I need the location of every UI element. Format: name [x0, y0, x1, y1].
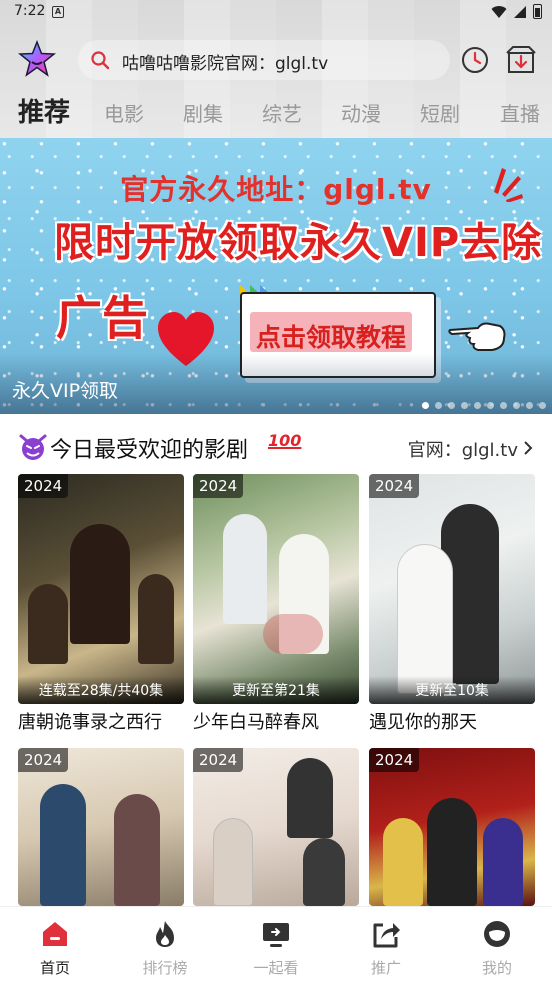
episode-status: 连载至28集/共40集: [18, 676, 184, 704]
fire-icon: [156, 921, 174, 947]
share-icon: [373, 923, 400, 948]
category-tabs: 推荐 电影 剧集 综艺 动漫 短剧 直播: [0, 90, 552, 134]
burst-icon: [494, 168, 523, 202]
year-badge: 2024: [369, 748, 420, 772]
nav-label: 首页: [39, 959, 70, 977]
tv-icon: [263, 923, 289, 947]
nav-label: 一起看: [253, 959, 299, 977]
wifi-icon: [491, 5, 507, 18]
promo-banner[interactable]: 官方永久地址：glgl.tv 限时开放领取永久VIP去除 广告 点击领取教程 永…: [0, 138, 552, 414]
banner-headline: 官方永久地址：glgl.tv: [120, 173, 432, 206]
media-title[interactable]: 少年白马醉春风: [193, 708, 369, 734]
year-badge: 2024: [193, 748, 244, 772]
devil-icon: [19, 434, 47, 460]
carousel-dot[interactable]: [422, 402, 429, 409]
banner-caption: 永久VIP领取: [12, 380, 119, 402]
battery-icon: [533, 4, 542, 19]
year-badge: 2024: [18, 474, 69, 498]
nav-profile[interactable]: 我的: [442, 907, 552, 982]
download-icon[interactable]: [505, 45, 537, 75]
notification-icon: A: [52, 6, 64, 18]
nav-promote[interactable]: 推广: [331, 907, 441, 982]
year-badge: 2024: [369, 474, 420, 498]
tutorial-button-fill: 点击领取教程: [250, 312, 412, 352]
signal-icon: [514, 5, 526, 18]
nav-ranking[interactable]: 排行榜: [110, 907, 220, 982]
carousel-dot[interactable]: [474, 402, 481, 409]
carousel-dot[interactable]: [539, 402, 546, 409]
home-icon: [43, 922, 67, 946]
official-site-link[interactable]: 官网：glgl.tv: [408, 436, 518, 462]
carousel-dot[interactable]: [526, 402, 533, 409]
carousel-dot[interactable]: [435, 402, 442, 409]
banner-offer-text: 限时开放领取永久VIP去除: [54, 220, 543, 266]
media-title[interactable]: 唐朝诡事录之西行: [18, 708, 194, 734]
carousel-dot[interactable]: [500, 402, 507, 409]
media-title[interactable]: 遇见你的那天: [369, 708, 545, 734]
tab-series[interactable]: 剧集: [183, 98, 223, 127]
poster-image[interactable]: 2024: [193, 748, 359, 906]
poster-image[interactable]: 2024 更新至10集: [369, 474, 535, 704]
tab-short-drama[interactable]: 短剧: [420, 98, 460, 127]
app-header: 7:22 A 咕噜咕噜影院官网：glgl.tv 推荐 电影 剧集 综艺 动漫 短…: [0, 0, 552, 138]
tab-live[interactable]: 直播: [500, 98, 540, 127]
banner-offer-text-2: 广告: [56, 291, 148, 345]
poster-image[interactable]: 2024: [18, 748, 184, 906]
tab-movies[interactable]: 电影: [104, 98, 144, 127]
carousel-dots: [422, 402, 546, 409]
carousel-dot[interactable]: [487, 402, 494, 409]
tab-anime[interactable]: 动漫: [341, 98, 381, 127]
episode-status: 更新至第21集: [193, 676, 359, 704]
poster-image[interactable]: 2024 更新至第21集: [193, 474, 359, 704]
carousel-dot[interactable]: [513, 402, 520, 409]
logo-star-icon[interactable]: [18, 40, 56, 78]
status-time: 7:22: [14, 3, 46, 19]
search-placeholder: 咕噜咕噜影院官网：glgl.tv: [122, 54, 329, 74]
episode-status: 更新至10集: [369, 676, 535, 704]
bottom-navigation: 首页 排行榜 一起看 推广 我的: [0, 906, 552, 982]
search-icon: [91, 51, 110, 70]
year-badge: 2024: [18, 748, 69, 772]
tutorial-button-label: 点击领取教程: [256, 323, 407, 352]
chevron-right-icon[interactable]: [522, 440, 534, 456]
tab-variety[interactable]: 综艺: [262, 98, 302, 127]
pointing-hand-icon: [448, 322, 506, 351]
nav-home[interactable]: 首页: [0, 907, 110, 982]
hundred-points-icon: 100: [268, 431, 302, 450]
status-icons: [491, 4, 542, 19]
poster-image[interactable]: 2024 连载至28集/共40集: [18, 474, 184, 704]
profile-icon: [484, 921, 510, 947]
section-title: 今日最受欢迎的影剧: [50, 438, 249, 463]
popular-section-header: 今日最受欢迎的影剧 100 官网：glgl.tv: [0, 426, 552, 466]
nav-watch-together[interactable]: 一起看: [221, 907, 331, 982]
tab-recommend[interactable]: 推荐: [18, 92, 70, 129]
history-icon[interactable]: [460, 45, 490, 75]
nav-label: 推广: [370, 959, 401, 977]
search-bar[interactable]: 咕噜咕噜影院官网：glgl.tv: [78, 40, 450, 80]
status-bar: 7:22 A: [0, 0, 552, 26]
poster-image[interactable]: 2024: [369, 748, 535, 906]
nav-label: 排行榜: [142, 959, 188, 977]
year-badge: 2024: [193, 474, 244, 498]
carousel-dot[interactable]: [461, 402, 468, 409]
nav-label: 我的: [481, 959, 512, 977]
carousel-dot[interactable]: [448, 402, 455, 409]
